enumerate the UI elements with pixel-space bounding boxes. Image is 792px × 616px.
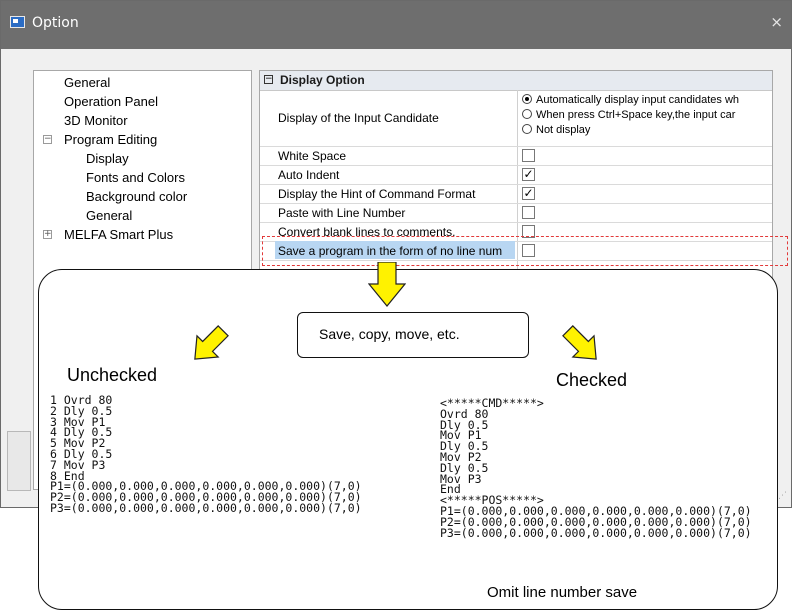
code-line: P3=(0.000,0.000,0.000,0.000,0.000,0.000)… [440, 525, 752, 540]
setting-row-paste-line-number: Paste with Line Number [260, 203, 772, 223]
highlight-box [262, 236, 788, 266]
expand-icon[interactable]: + [43, 230, 52, 239]
title-bar[interactable]: Option × [1, 1, 791, 49]
tree-item-editing-general[interactable]: General [86, 208, 132, 224]
radio-label: Not display [536, 124, 591, 136]
setting-row-command-hint: Display the Hint of Command Format ✓ [260, 184, 772, 204]
radio-selected-icon [522, 94, 532, 104]
tree-item-melfa-smart-plus[interactable]: MELFA Smart Plus [64, 227, 173, 243]
code-line: Dly 0.5 [440, 417, 489, 432]
radio-icon [522, 124, 532, 134]
collapse-icon[interactable]: − [264, 75, 273, 84]
down-arrow-icon [368, 262, 406, 307]
dialog-button[interactable] [7, 431, 31, 491]
code-line: Mov P3 [440, 471, 482, 486]
auto-indent-checkbox[interactable]: ✓ [522, 168, 535, 181]
code-line: Dly 0.5 [440, 460, 489, 475]
row-label: Display the Hint of Command Format [278, 187, 476, 201]
section-title: Display Option [280, 73, 365, 87]
code-line: P3=(0.000,0.000,0.000,0.000,0.000,0.000)… [50, 500, 362, 515]
input-candidate-label: Display of the Input Candidate [278, 111, 439, 125]
radio-label: Automatically display input candidates w… [536, 94, 740, 106]
down-left-arrow-icon [194, 325, 229, 360]
code-line: 7 Mov P3 [50, 457, 106, 472]
action-text: Save, copy, move, etc. [319, 326, 460, 342]
tree-item-program-editing[interactable]: Program Editing [64, 132, 157, 148]
radio-not-display[interactable]: Not display [522, 124, 590, 136]
tree-item-fonts-and-colors[interactable]: Fonts and Colors [86, 170, 185, 186]
radio-label: When press Ctrl+Space key,the input car [536, 109, 736, 121]
row-label: White Space [278, 149, 347, 163]
checked-label: Checked [556, 370, 628, 390]
tree-item-display[interactable]: Display [86, 151, 129, 167]
tree-item-3d-monitor[interactable]: 3D Monitor [64, 113, 128, 129]
footer-caption: Omit line number save [487, 584, 638, 601]
window-title: Option [32, 15, 79, 31]
row-label: Auto Indent [278, 168, 340, 182]
command-hint-checkbox[interactable]: ✓ [522, 187, 535, 200]
grid-section-header[interactable]: − Display Option [260, 71, 772, 91]
radio-ctrl-space[interactable]: When press Ctrl+Space key,the input car [522, 109, 735, 121]
down-right-arrow-icon [562, 325, 597, 360]
setting-row-white-space: White Space [260, 146, 772, 166]
input-candidate-row: Display of the Input Candidate Automatic… [260, 90, 772, 147]
radio-auto-display[interactable]: Automatically display input candidates w… [522, 94, 739, 106]
setting-row-auto-indent: Auto Indent ✓ [260, 165, 772, 185]
app-window-icon [10, 16, 25, 28]
tree-item-general[interactable]: General [64, 75, 110, 91]
checked-code-listing: <*****CMD*****> Ovrd 80 Dly 0.5 Mov P1 D… [440, 397, 752, 540]
row-label: Paste with Line Number [278, 206, 406, 220]
radio-icon [522, 109, 532, 119]
paste-line-number-checkbox[interactable] [522, 206, 535, 219]
unchecked-label: Unchecked [67, 365, 158, 385]
unchecked-code-listing: 1 Ovrd 80 2 Dly 0.5 3 Mov P1 4 Dly 0.5 5… [50, 394, 362, 515]
close-icon[interactable]: × [770, 13, 783, 31]
action-box: Save, copy, move, etc. [297, 312, 529, 358]
resize-grip-icon[interactable]: ⋰ [778, 491, 787, 501]
white-space-checkbox[interactable] [522, 149, 535, 162]
collapse-icon[interactable]: − [43, 135, 52, 144]
tree-item-background-color[interactable]: Background color [86, 189, 187, 205]
code-line: Dly 0.5 [440, 439, 489, 454]
tree-item-operation-panel[interactable]: Operation Panel [64, 94, 158, 110]
